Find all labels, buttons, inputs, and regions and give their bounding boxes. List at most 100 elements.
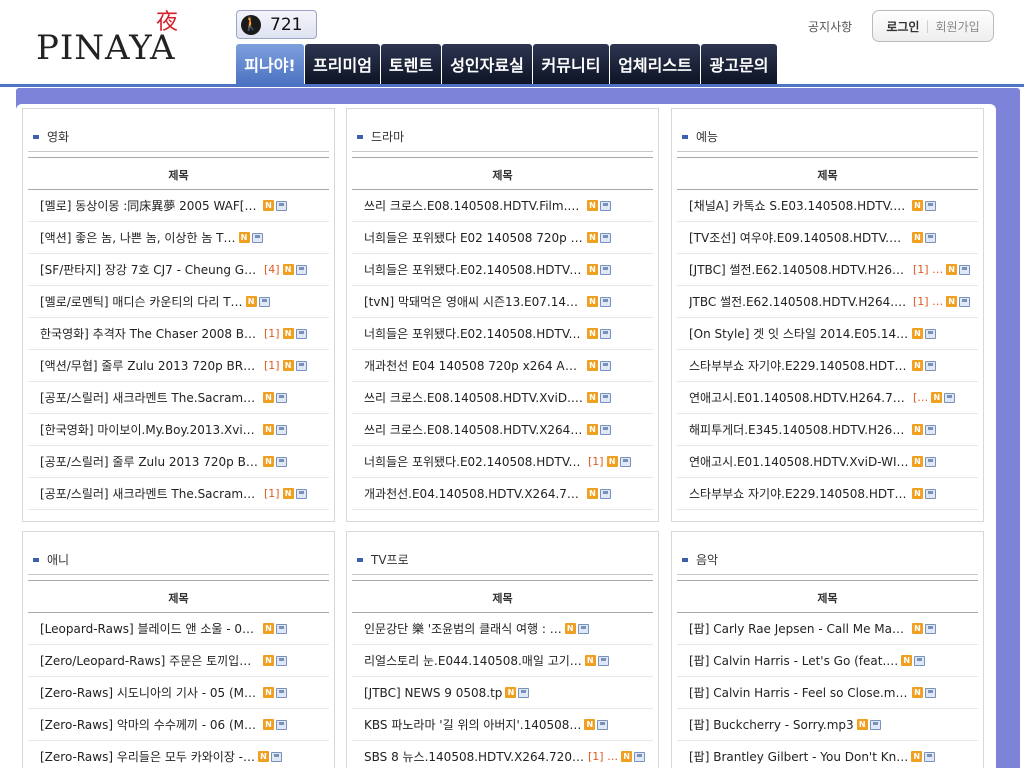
post-row[interactable]: [Zero-Raws] 시도니아의 기사 - 05 (MB… N <box>28 677 329 709</box>
post-row[interactable]: [JTBC] NEWS 9 0508.tp N <box>352 677 653 709</box>
post-title-link[interactable]: [멜로] 동상이몽 :同床異夢 2005 WAF[U… <box>40 197 260 214</box>
post-row[interactable]: 해피투게더.E345.140508.HDTV.H264.720…N <box>677 414 978 446</box>
post-title-link[interactable]: 쓰리 크로스.E08.140508.HDTV.XviD.450… <box>364 389 584 406</box>
post-title-link[interactable]: [Zero-Raws] 시도니아의 기사 - 05 (MB… <box>40 684 260 701</box>
post-row[interactable]: 한국영화] 추격자 The Chaser 2008 BRR… [1] N <box>28 318 329 350</box>
post-title-link[interactable]: [On Style] 겟 잇 스타일 2014.E05.140… <box>689 325 909 342</box>
post-title-link[interactable]: [액션] 좋은 놈, 나쁜 놈, 이상한 놈 T… <box>40 229 236 246</box>
post-title-link[interactable]: 인문강단 樂 '조윤범의 클래식 여행 : … <box>364 620 562 637</box>
post-title-link[interactable]: [팝] Calvin Harris - Feel so Close.mp3 <box>689 684 909 701</box>
post-title-link[interactable]: [공포/스릴러] 새크라멘트 The.Sacrame… <box>40 485 260 502</box>
post-title-link[interactable]: JTBC 썰전.E62.140508.HDTV.H264.720p-… <box>689 293 909 310</box>
post-title-link[interactable]: [JTBC] 썰전.E62.140508.HDTV.H264.720… <box>689 261 909 278</box>
post-row[interactable]: [Zero/Leopard-Raws] 주문은 토끼입니… N <box>28 645 329 677</box>
post-title-link[interactable]: 스타부부쇼 자기야.E229.140508.HDTV.H… <box>689 357 909 374</box>
post-title-link[interactable]: [Leopard-Raws] 블레이드 앤 소울 - 06… <box>40 620 260 637</box>
post-row[interactable]: 쓰리 크로스.E08.140508.HDTV.X264.720…N <box>352 414 653 446</box>
post-title-link[interactable]: [한국영화] 마이보이.My.Boy.2013.XviD… <box>40 421 260 438</box>
post-row[interactable]: 연애고시.E01.140508.HDTV.XviD-WITH N <box>677 446 978 478</box>
site-logo[interactable]: PINAYA <box>36 28 176 68</box>
post-title-link[interactable]: [Zero/Leopard-Raws] 주문은 토끼입니… <box>40 652 260 669</box>
post-title-link[interactable]: [JTBC] NEWS 9 0508.tp <box>364 686 502 700</box>
post-row[interactable]: [TV조선] 여우야.E09.140508.HDTV.H264… N <box>677 222 978 254</box>
post-title-link[interactable]: 쓰리 크로스.E08.140508.HDTV.X264.720… <box>364 421 584 438</box>
post-title-link[interactable]: 한국영화] 추격자 The Chaser 2008 BRR… <box>40 325 260 342</box>
panel-title-text[interactable]: 예능 <box>696 128 718 145</box>
post-row[interactable]: 너희들은 포위됐다.E02.140508.HDTV.Xv… [1] N <box>352 446 653 478</box>
post-row[interactable]: [채널A] 카톡쇼 S.E03.140508.HDTV.H26… N <box>677 190 978 222</box>
post-title-link[interactable]: [채널A] 카톡쇼 S.E03.140508.HDTV.H26… <box>689 197 909 214</box>
panel-title-text[interactable]: 드라마 <box>371 128 404 145</box>
panel-title-text[interactable]: 음악 <box>696 551 718 568</box>
post-row[interactable]: [팝] Carly Rae Jepsen - Call Me Mayb… N <box>677 613 978 645</box>
post-title-link[interactable]: 해피투게더.E345.140508.HDTV.H264.720… <box>689 421 909 438</box>
join-button[interactable]: 회원가입 <box>936 18 980 35</box>
nav-tab-ads[interactable]: 광고문의 <box>701 44 777 84</box>
panel-title[interactable]: 영화 <box>33 128 69 145</box>
post-row[interactable]: [On Style] 겟 잇 스타일 2014.E05.140… N <box>677 318 978 350</box>
post-row[interactable]: [한국영화] 마이보이.My.Boy.2013.XviD… N <box>28 414 329 446</box>
post-title-link[interactable]: [Zero-Raws] 악마의 수수께끼 - 06 (MB… <box>40 716 260 733</box>
post-title-link[interactable]: [팝] Brantley Gilbert - You Don't Kn… <box>689 748 908 765</box>
panel-title[interactable]: 예능 <box>682 128 718 145</box>
post-title-link[interactable]: [팝] Buckcherry - Sorry.mp3 <box>689 716 854 733</box>
post-title-link[interactable]: 연애고시.E01.140508.HDTV.H264.720p-WITH <box>689 389 909 406</box>
panel-title-text[interactable]: 애니 <box>47 551 69 568</box>
post-row[interactable]: [tvN] 막돼먹은 영애씨 시즌13.E07.140… N <box>352 286 653 318</box>
post-row[interactable]: [멜로] 동상이몽 :同床異夢 2005 WAF[U… N <box>28 190 329 222</box>
post-title-link[interactable]: [tvN] 막돼먹은 영애씨 시즌13.E07.140… <box>364 293 584 310</box>
panel-title[interactable]: TV프로 <box>357 551 409 568</box>
post-title-link[interactable]: [공포/스릴러] 줄루 Zulu 2013 720p BR… <box>40 453 260 470</box>
post-row[interactable]: [팝] Brantley Gilbert - You Don't Kn… N <box>677 741 978 768</box>
post-row[interactable]: [JTBC] 썰전.E62.140508.HDTV.H264.720… [1] …… <box>677 254 978 286</box>
panel-title[interactable]: 애니 <box>33 551 69 568</box>
post-row[interactable]: [Zero-Raws] 악마의 수수께끼 - 06 (MB… N <box>28 709 329 741</box>
post-row[interactable]: 쓰리 크로스.E08.140508.HDTV.Film.x26… N <box>352 190 653 222</box>
post-row[interactable]: [Zero-Raws] 우리들은 모두 카와이장 -… N <box>28 741 329 768</box>
post-row[interactable]: [멜로/로멘틱] 매디슨 카운티의 다리 T… N <box>28 286 329 318</box>
post-row[interactable]: 스타부부쇼 자기야.E229.140508.HDTV.H… N <box>677 350 978 382</box>
post-row[interactable]: [공포/스릴러] 줄루 Zulu 2013 720p BR… N <box>28 446 329 478</box>
post-row[interactable]: 너희들은 포위됐다.E02.140508.HDTV.fi… N <box>352 318 653 350</box>
panel-title-text[interactable]: TV프로 <box>371 551 409 568</box>
post-title-link[interactable]: 스타부부쇼 자기야.E229.140508.HDTV.X… <box>689 485 909 502</box>
post-title-link[interactable]: [팝] Calvin Harris - Let's Go (feat.… <box>689 652 898 669</box>
post-title-link[interactable]: 개과천선 E04 140508 720p x264 AAC-Cr… <box>364 357 584 374</box>
post-row[interactable]: [액션] 좋은 놈, 나쁜 놈, 이상한 놈 T… N <box>28 222 329 254</box>
panel-title[interactable]: 음악 <box>682 551 718 568</box>
post-title-link[interactable]: [TV조선] 여우야.E09.140508.HDTV.H264… <box>689 229 909 246</box>
nav-tab-torrent[interactable]: 토렌트 <box>381 44 441 84</box>
post-row[interactable]: 인문강단 樂 '조윤범의 클래식 여행 : … N <box>352 613 653 645</box>
post-row[interactable]: SBS 8 뉴스.140508.HDTV.X264.720p-BarosG [1]… <box>352 741 653 768</box>
post-title-link[interactable]: [공포/스릴러] 새크라멘트 The.Sacrame… <box>40 389 260 406</box>
nav-tab-pinaya[interactable]: 피나야! <box>236 44 304 84</box>
post-title-link[interactable]: 리얼스토리 눈.E044.140508.매일 고기… <box>364 652 582 669</box>
post-title-link[interactable]: [Zero-Raws] 우리들은 모두 카와이장 -… <box>40 748 255 765</box>
post-row[interactable]: 리얼스토리 눈.E044.140508.매일 고기… N <box>352 645 653 677</box>
post-title-link[interactable]: 개과천선.E04.140508.HDTV.X264.720p-B… <box>364 485 584 502</box>
post-title-link[interactable]: 너희들은 포위됐다.E02.140508.HDTV.fi… <box>364 325 584 342</box>
post-row[interactable]: 개과천선.E04.140508.HDTV.X264.720p-B…N <box>352 478 653 510</box>
nav-tab-community[interactable]: 커뮤니티 <box>533 44 609 84</box>
post-row[interactable]: [SF/판타지] 장강 7호 CJ7 - Cheung Go… [4] N <box>28 254 329 286</box>
post-row[interactable]: [팝] Buckcherry - Sorry.mp3 N <box>677 709 978 741</box>
post-row[interactable]: [팝] Calvin Harris - Let's Go (feat.… N <box>677 645 978 677</box>
nav-tab-adult[interactable]: 성인자료실 <box>442 44 532 84</box>
post-row[interactable]: [액션/무협] 줄루 Zulu 2013 720p BRRi… [1] N <box>28 350 329 382</box>
post-row[interactable]: 쓰리 크로스.E08.140508.HDTV.XviD.450… N <box>352 382 653 414</box>
notice-link[interactable]: 공지사항 <box>808 18 852 35</box>
post-title-link[interactable]: [팝] Carly Rae Jepsen - Call Me Mayb… <box>689 620 909 637</box>
post-title-link[interactable]: [SF/판타지] 장강 7호 CJ7 - Cheung Go… <box>40 261 260 278</box>
panel-title-text[interactable]: 영화 <box>47 128 69 145</box>
post-title-link[interactable]: KBS 파노라마 '길 위의 아버지'.140508… <box>364 716 581 733</box>
post-row[interactable]: 너희들은 포위됐다 E02 140508 720p HD… N <box>352 222 653 254</box>
login-button[interactable]: 로그인 <box>886 18 919 35</box>
post-row[interactable]: JTBC 썰전.E62.140508.HDTV.H264.720p-… [1] …… <box>677 286 978 318</box>
post-title-link[interactable]: SBS 8 뉴스.140508.HDTV.X264.720p-BarosG <box>364 748 584 765</box>
post-row[interactable]: KBS 파노라마 '길 위의 아버지'.140508… N <box>352 709 653 741</box>
post-title-link[interactable]: [멜로/로멘틱] 매디슨 카운티의 다리 T… <box>40 293 243 310</box>
post-title-link[interactable]: 너희들은 포위됐다.E02.140508.HDTV-Fi… <box>364 261 584 278</box>
post-title-link[interactable]: 쓰리 크로스.E08.140508.HDTV.Film.x26… <box>364 197 584 214</box>
post-row[interactable]: [공포/스릴러] 새크라멘트 The.Sacrame… [1] N <box>28 478 329 510</box>
post-row[interactable]: 스타부부쇼 자기야.E229.140508.HDTV.X… N <box>677 478 978 510</box>
